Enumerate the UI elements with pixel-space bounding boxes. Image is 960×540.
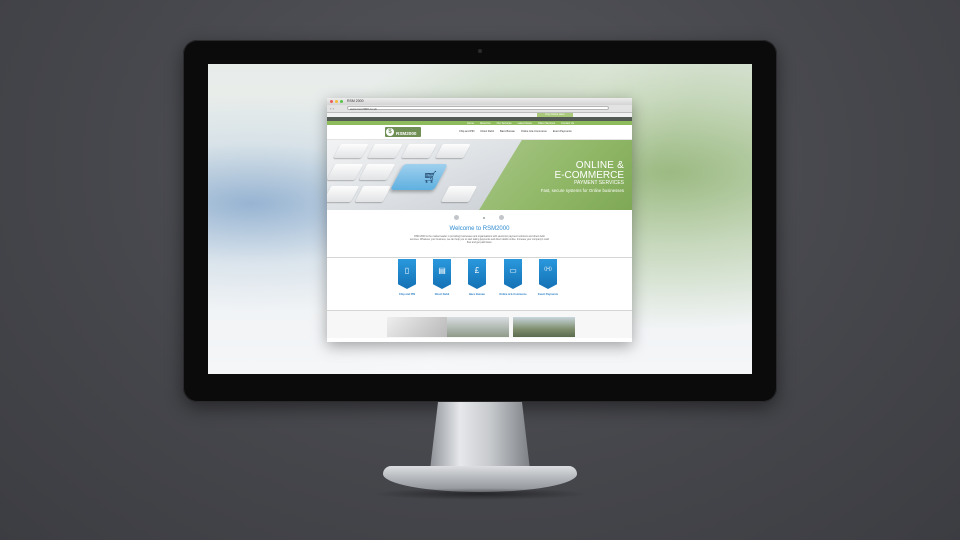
keyboard-key (440, 186, 478, 202)
main-nav-item[interactable]: Event Payments (553, 130, 572, 133)
camera-icon (478, 49, 482, 53)
slider-next-button[interactable] (499, 215, 504, 220)
address-bar[interactable]: www.rsm2000.co.uk (347, 106, 609, 111)
keyboard-key (367, 144, 403, 158)
logo-text: RSM2000 (396, 131, 417, 136)
monitor-stand (430, 402, 530, 470)
slider-controls (327, 210, 632, 224)
service-label[interactable]: Direct Debit (425, 293, 459, 296)
welcome-section: Welcome to RSM2000 RSM 2000 is the marke… (327, 224, 632, 257)
minimize-icon[interactable] (335, 100, 338, 103)
main-nav-item[interactable]: Bacs Bureau (500, 130, 515, 133)
close-icon[interactable] (330, 100, 333, 103)
service-item[interactable]: ▯ Chip and PIN (398, 259, 416, 296)
site-dark-bar (327, 117, 632, 121)
service-label[interactable]: Online & E-Commerce (496, 293, 530, 296)
hero-line-3: PAYMENT SERVICES (574, 180, 624, 186)
keyboard-key (354, 186, 392, 202)
browser-titlebar: RSM 2000 (327, 98, 632, 105)
service-label[interactable]: Bacs Bureau (460, 293, 494, 296)
services-section: ▯ Chip and PIN ▤ Direct Debit £ Bacs Bureau ▭ O… (327, 257, 632, 311)
browser-tab-title[interactable]: RSM 2000 (347, 99, 364, 103)
welcome-text: RSM 2000 is the market leader in providi… (409, 235, 550, 244)
main-nav: Chip and PIN Direct Debit Bacs Bureau Onlin… (459, 130, 572, 133)
service-item[interactable]: £ Bacs Bureau (468, 259, 486, 296)
maximize-icon[interactable] (340, 100, 343, 103)
keyboard-image: 🛒︎ (327, 140, 497, 210)
wifi-icon: ((•)) (544, 266, 552, 271)
keyboard-key (327, 164, 364, 180)
service-badge[interactable]: ▤ (433, 259, 451, 289)
keyboard-key (435, 144, 471, 158)
hero-banner: 🛒︎ ONLINE & E-COMMERCE PAYMENT SERVICES … (327, 140, 632, 210)
service-badge[interactable]: £ (468, 259, 486, 289)
bottom-images (327, 311, 632, 338)
logo-mark-icon: $ (386, 128, 394, 136)
back-forward-icon[interactable]: ‹ › (330, 106, 334, 111)
service-item[interactable]: ▤ Direct Debit (433, 259, 451, 296)
service-item[interactable]: ((•)) Event Payments (538, 259, 558, 296)
rsm2000-logo[interactable]: $ RSM2000 payment services (385, 127, 421, 142)
cart-key (390, 164, 448, 190)
site-header: $ RSM2000 payment services Chip and PIN D… (327, 125, 632, 142)
keyboard-key (333, 144, 369, 158)
promo-image (387, 317, 447, 337)
service-label[interactable]: Chip and PIN (390, 293, 424, 296)
monitor-icon: ▭ (509, 266, 517, 275)
direct-debit-icon: ▤ (438, 266, 446, 275)
promo-image (447, 317, 509, 337)
service-badge[interactable]: ▭ (504, 259, 522, 289)
slider-dot[interactable] (483, 216, 485, 219)
main-nav-item[interactable]: Chip and PIN (459, 130, 474, 133)
keyboard-key (358, 164, 396, 180)
shopping-cart-icon: 🛒︎ (423, 170, 439, 184)
main-nav-item[interactable]: Direct Debit (480, 130, 494, 133)
keyboard-key (401, 144, 437, 158)
service-item[interactable]: ▭ Online & E-Commerce (499, 259, 527, 296)
promo-image (513, 317, 575, 337)
slider-prev-button[interactable] (454, 215, 459, 220)
hero-tagline: Fast, secure systems for Online business… (540, 188, 624, 193)
keyboard-key (327, 186, 360, 202)
welcome-title: Welcome to RSM2000 (449, 226, 510, 232)
service-label[interactable]: Event Payments (531, 293, 565, 296)
service-badge[interactable]: ((•)) (539, 259, 557, 289)
service-badge[interactable]: ▯ (398, 259, 416, 289)
window-controls (330, 100, 343, 103)
main-nav-item[interactable]: Online & E-Commerce (521, 130, 547, 133)
site-green-nav: Home About Us Our Services Latest News Clien… (327, 117, 632, 125)
base-shadow (370, 488, 590, 500)
pound-icon: £ (474, 266, 480, 275)
card-terminal-icon: ▯ (404, 266, 410, 275)
browser-window: RSM 2000 ‹ › www.rsm2000.co.uk Pay Onlin… (327, 98, 632, 342)
browser-toolbar: ‹ › www.rsm2000.co.uk (327, 105, 632, 113)
